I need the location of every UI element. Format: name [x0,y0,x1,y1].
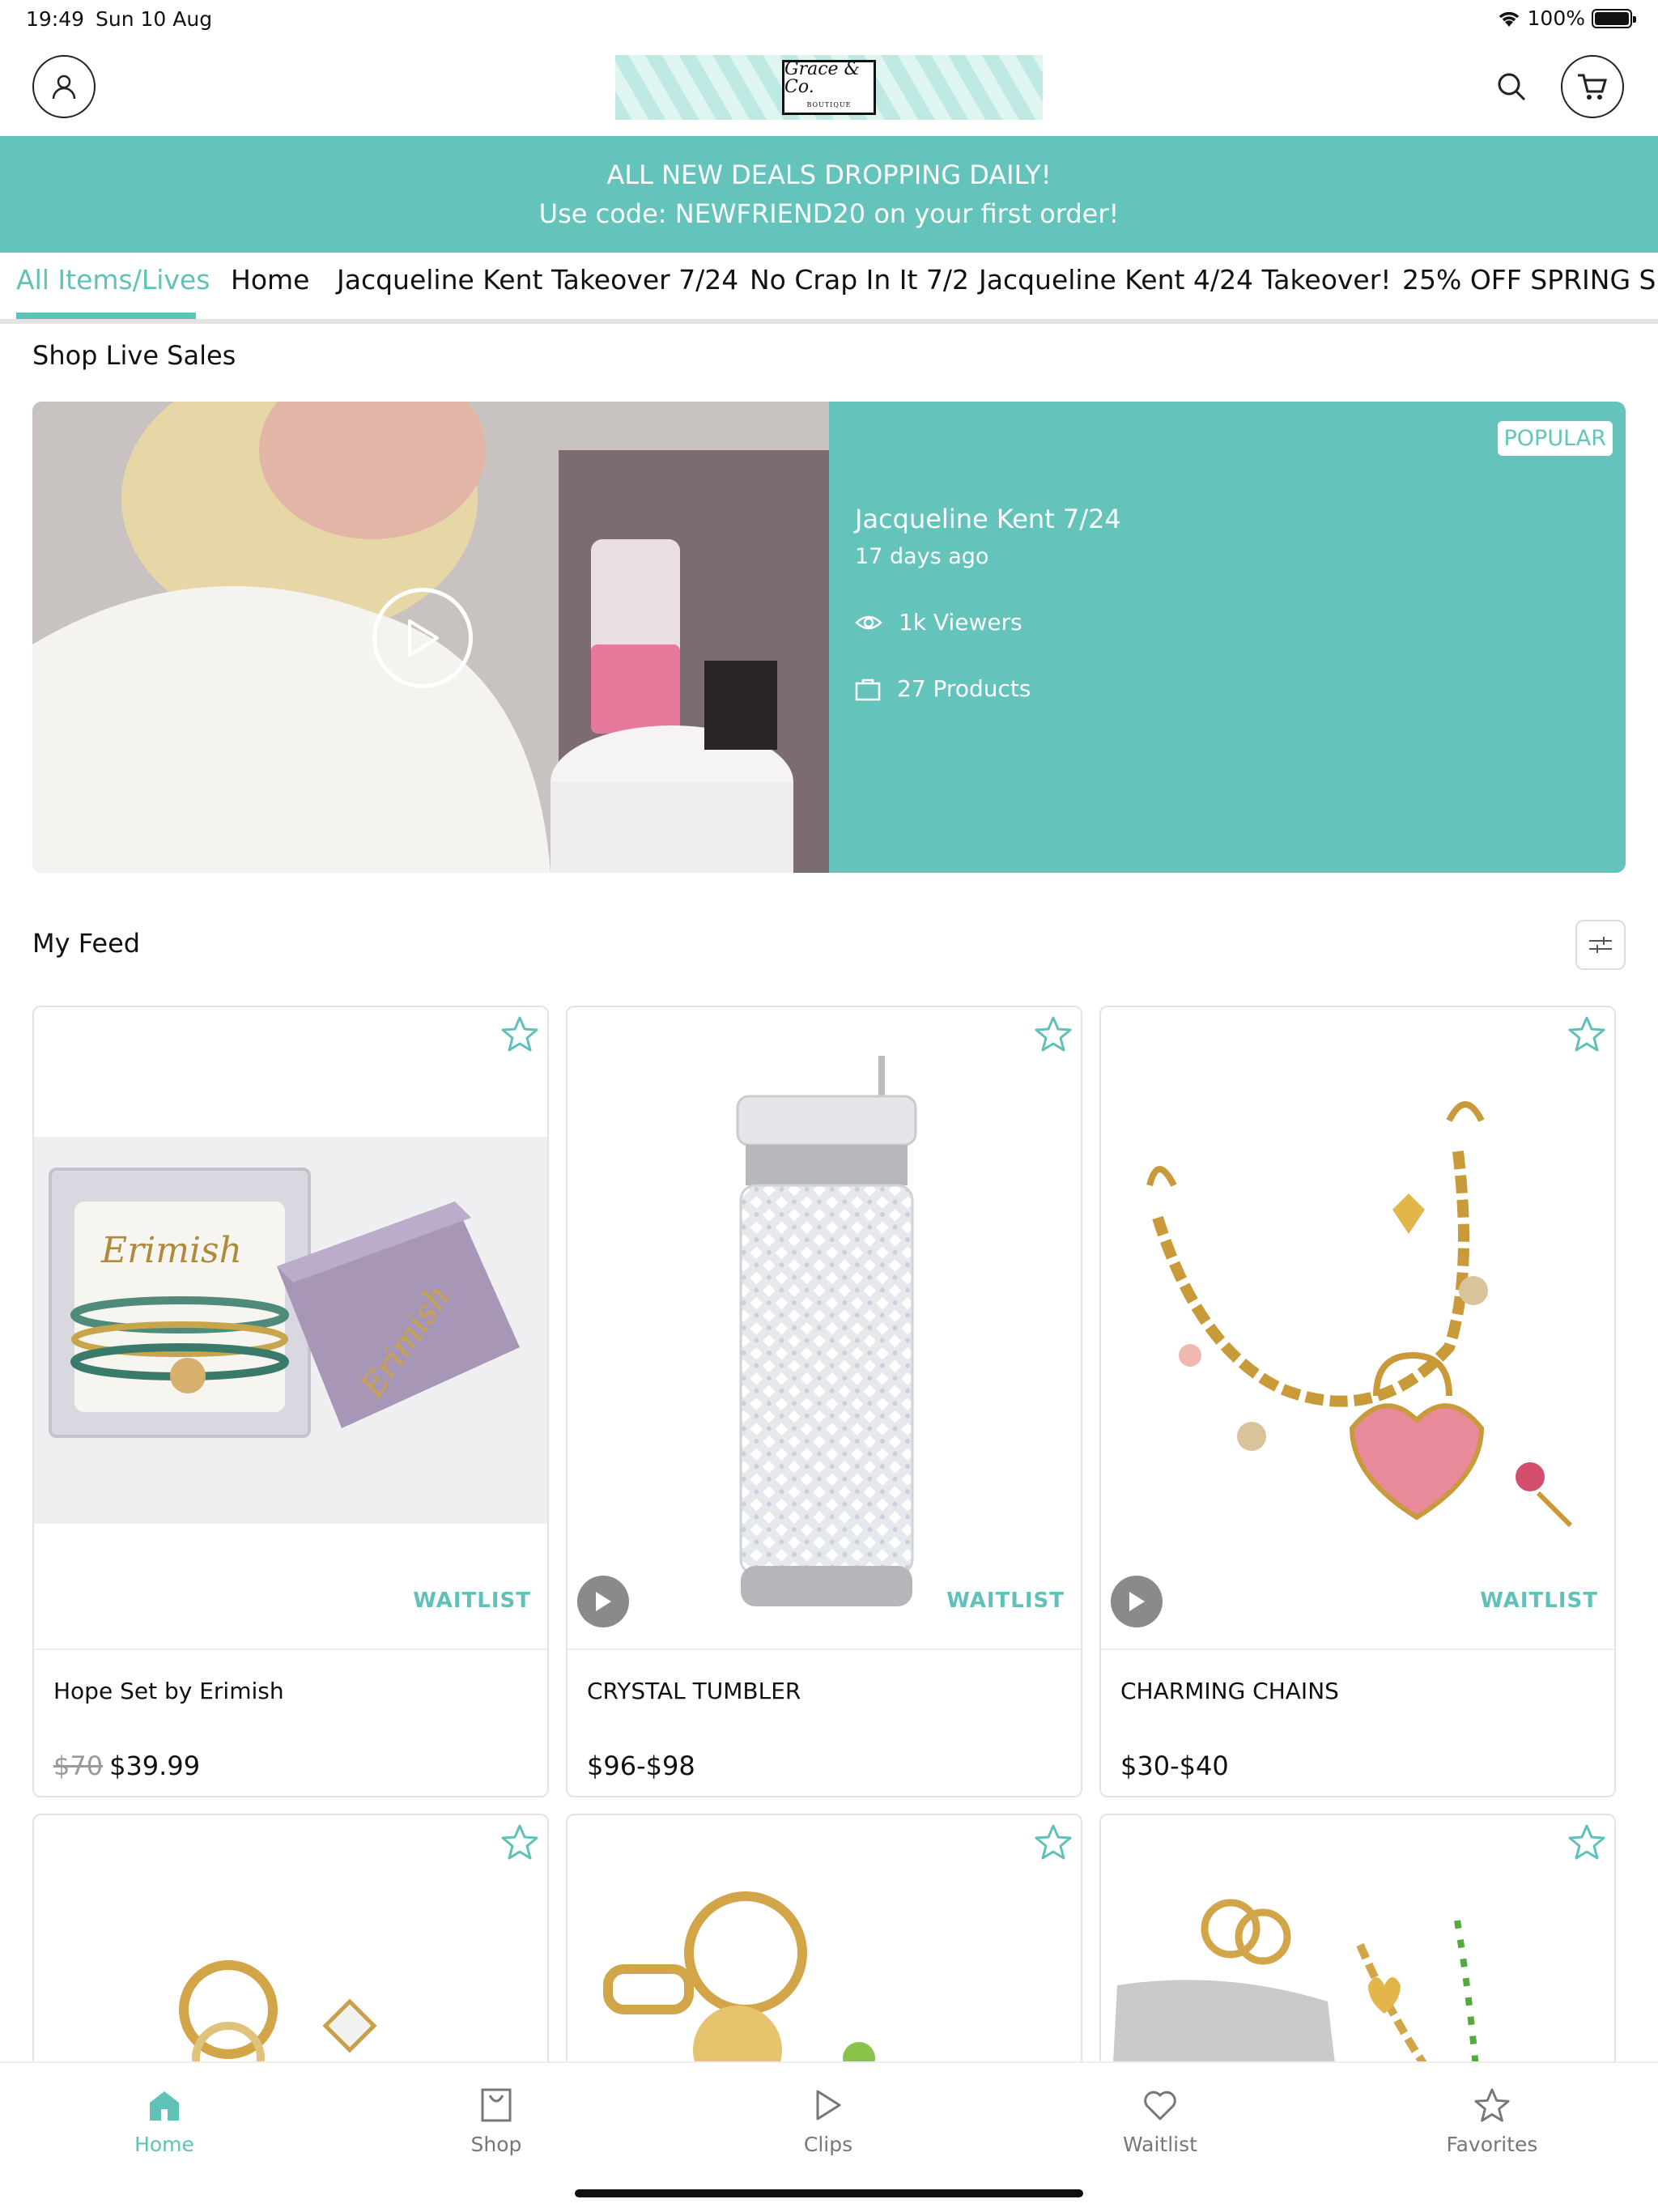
charm-chain-image [1146,1101,1573,1528]
products-row: 27 Products [855,675,1031,702]
nav-home-label: Home [134,2133,194,2156]
waitlist-button[interactable]: WAITLIST [1480,1589,1598,1613]
live-show-age: 17 days ago [855,544,989,569]
filter-button[interactable] [1575,920,1626,970]
live-show-title: Jacqueline Kent 7/24 [855,504,1121,534]
favorite-star-icon[interactable] [1034,1823,1073,1861]
waitlist-button[interactable]: WAITLIST [946,1589,1065,1613]
product-card-hope-set[interactable]: Erimish Erimish WAITLIST Hope Set by Eri… [32,1006,549,1797]
promo-banner: ALL NEW DEALS DROPPING DAILY! Use code: … [0,136,1658,253]
product-image[interactable] [568,1007,1081,1648]
wifi-icon [1499,11,1519,27]
account-button[interactable] [32,55,96,118]
category-tabs: All Items/Lives Home Jacqueline Kent Tak… [0,253,1658,324]
tab-home[interactable]: Home [231,264,309,296]
original-price: $70 [53,1750,104,1781]
popular-badge: POPULAR [1497,421,1613,456]
card-divider [1101,1648,1614,1650]
erimish-label: Erimish [100,1230,242,1271]
card-divider [34,1648,547,1650]
store-logo[interactable]: Grace & Co. BOUTIQUE [615,55,1043,120]
live-sale-info: POPULAR Jacqueline Kent 7/24 17 days ago… [829,402,1626,873]
tumbler-image [736,1056,917,1606]
product-price: $30-$40 [1120,1750,1229,1781]
status-time: 19:49 [26,7,85,31]
nav-home[interactable]: Home [83,2082,245,2156]
tab-jacqueline-kent-takeover-724[interactable]: Jacqueline Kent Takeover 7/24 [337,264,738,296]
live-video-thumbnail[interactable] [32,402,829,873]
play-outline-icon [816,2090,841,2121]
viewers-row: 1k Viewers [855,609,1022,636]
nav-shop-label: Shop [470,2133,522,2156]
product-price: $70 $39.99 [53,1750,200,1781]
product-card-charming-chains[interactable]: WAITLIST CHARMING CHAINS $30-$40 [1099,1006,1616,1797]
search-button[interactable] [1496,71,1527,105]
play-icon [1129,1592,1145,1611]
live-section-title: Shop Live Sales [32,340,236,371]
product-name: CRYSTAL TUMBLER [587,1678,801,1704]
logo-subtext: BOUTIQUE [806,101,852,108]
product-name: Hope Set by Erimish [53,1678,284,1704]
nav-clips-label: Clips [803,2133,853,2156]
favorite-star-icon[interactable] [500,1015,539,1053]
logo-text: Grace & Co. [784,59,861,97]
home-indicator [575,2189,1083,2197]
heart-icon [1144,2091,1176,2121]
active-tab-indicator [16,313,196,319]
search-icon [1498,73,1526,101]
waitlist-button[interactable]: WAITLIST [413,1589,531,1613]
promo-line-2: Use code: NEWFRIEND20 on your first orde… [538,198,1120,229]
play-icon [596,1592,611,1611]
viewers-count: 1k Viewers [899,609,1022,636]
status-right: 100% [1497,6,1636,30]
product-price: $96-$98 [587,1750,695,1781]
sliders-icon [1589,937,1612,953]
sale-price: $39.99 [109,1750,201,1781]
logo-badge: Grace & Co. BOUTIQUE [782,60,876,115]
favorite-star-icon[interactable] [1567,1015,1606,1053]
products-count: 27 Products [897,675,1031,702]
status-bar: 19:49 Sun 10 Aug 100% [0,0,1658,40]
video-play-button[interactable] [1111,1576,1163,1627]
user-icon [52,74,76,100]
battery-icon [1592,8,1636,28]
cart-button[interactable] [1561,55,1624,118]
play-button[interactable] [372,588,473,688]
video-play-button[interactable] [577,1576,629,1627]
tab-spring-sale[interactable]: 25% OFF SPRING SHO [1402,264,1658,296]
product-image[interactable]: Erimish Erimish [34,1007,547,1648]
nav-favorites-label: Favorites [1446,2133,1538,2156]
product-card-crystal-tumbler[interactable]: WAITLIST CRYSTAL TUMBLER $96-$98 [566,1006,1082,1797]
shopping-bag-icon [481,2088,512,2122]
favorite-star-icon[interactable] [1567,1823,1606,1861]
bracelet-box-image: Erimish Erimish [34,1137,547,1524]
nav-waitlist-label: Waitlist [1123,2133,1197,2156]
nav-shop[interactable]: Shop [415,2082,577,2156]
feed-title: My Feed [32,928,141,959]
product-image[interactable] [1101,1007,1614,1648]
app-header: Grace & Co. BOUTIQUE [0,40,1658,136]
nav-favorites[interactable]: Favorites [1411,2082,1573,2156]
favorite-star-icon[interactable] [1034,1015,1073,1053]
product-name: CHARMING CHAINS [1120,1678,1339,1704]
bag-icon [855,678,881,700]
play-icon [408,619,439,657]
star-icon [1474,2088,1510,2122]
status-date: Sun 10 Aug [96,7,213,31]
card-divider [568,1648,1081,1650]
cart-icon [1578,74,1607,100]
tab-no-crap-in-it[interactable]: No Crap In It 7/2 [750,264,969,296]
promo-line-1: ALL NEW DEALS DROPPING DAILY! [606,160,1052,190]
live-sale-card[interactable]: POPULAR Jacqueline Kent 7/24 17 days ago… [32,402,1626,873]
nav-waitlist[interactable]: Waitlist [1079,2082,1241,2156]
eye-icon [855,615,882,629]
battery-percent: 100% [1527,6,1585,30]
home-icon [150,2091,179,2121]
tab-jacqueline-kent-424[interactable]: Jacqueline Kent 4/24 Takeover! [979,264,1392,296]
favorite-star-icon[interactable] [500,1823,539,1861]
tab-all-items-lives[interactable]: All Items/Lives [16,264,210,296]
nav-clips[interactable]: Clips [747,2082,909,2156]
